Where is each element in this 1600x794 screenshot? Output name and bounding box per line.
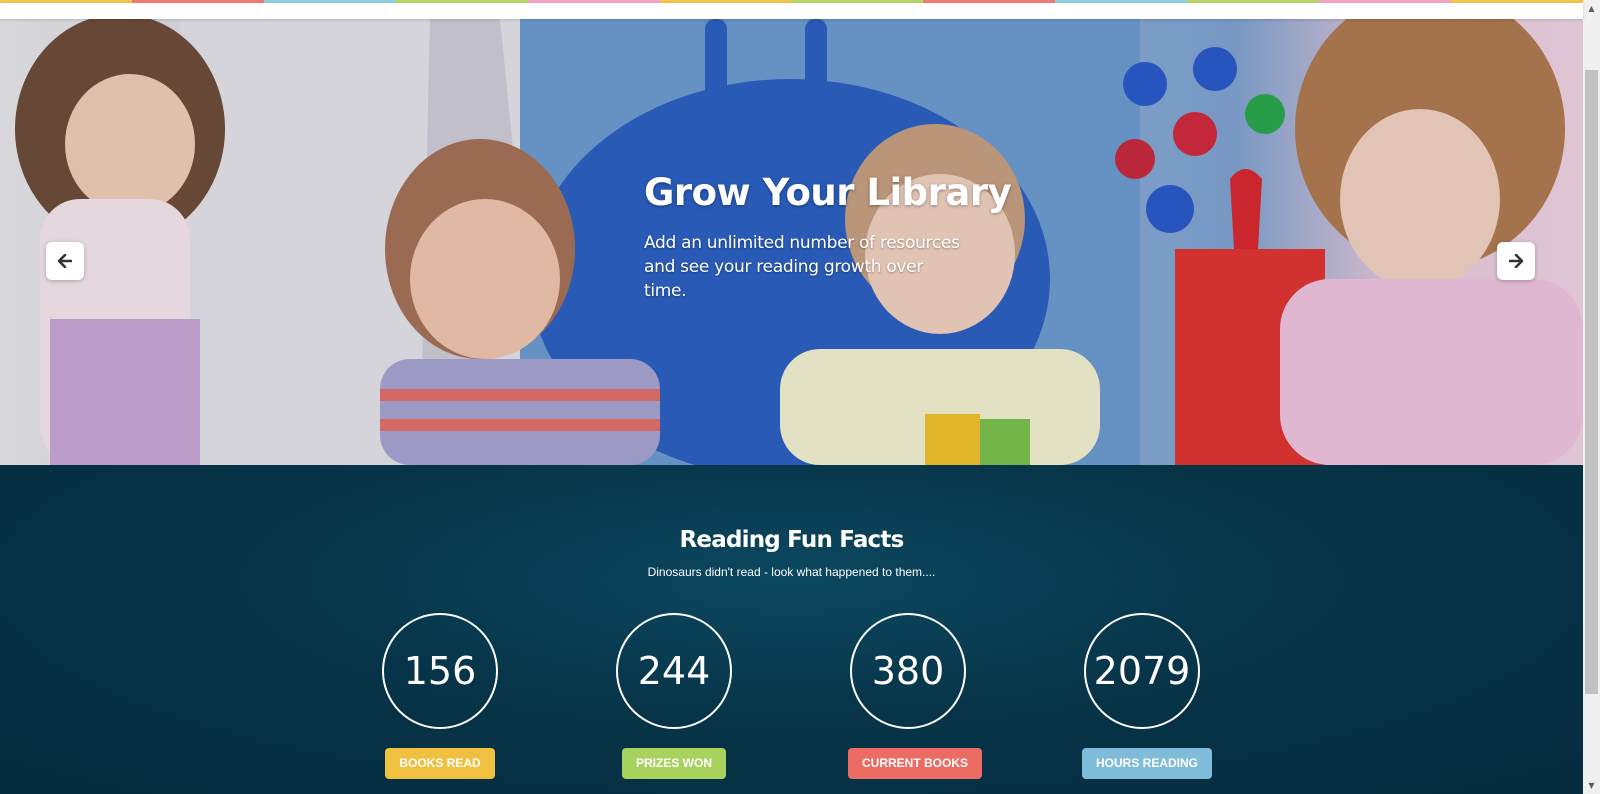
- slider-prev-button[interactable]: [46, 242, 84, 280]
- stat-value: 380: [850, 613, 966, 729]
- header-strip: [0, 3, 1583, 19]
- hero-subtitle-line1: Add an unlimited number of resources: [644, 233, 960, 253]
- stat-books-read: 156 BOOKS READ: [380, 613, 500, 779]
- stat-prizes-won: 244 PRIZES WON: [614, 613, 734, 779]
- stat-label: HOURS READING: [1082, 748, 1213, 779]
- scroll-up-icon[interactable]: ▲: [1583, 0, 1600, 17]
- stat-label: BOOKS READ: [385, 748, 495, 779]
- page-scrollbar[interactable]: ▲ ▼: [1583, 0, 1600, 794]
- fun-facts-section: Reading Fun Facts Dinosaurs didn't read …: [0, 465, 1583, 794]
- arrow-right-icon: [1509, 254, 1523, 268]
- stat-label: CURRENT BOOKS: [848, 748, 983, 779]
- facts-title: Reading Fun Facts: [679, 527, 905, 553]
- hero-subtitle: Add an unlimited number of resources and…: [644, 231, 964, 303]
- page: Grow Your Library Add an unlimited numbe…: [0, 0, 1600, 794]
- stat-value: 2079: [1084, 613, 1200, 729]
- hero-subtitle-line2: and see your reading growth over time.: [644, 257, 924, 301]
- scroll-down-icon[interactable]: ▼: [1583, 777, 1600, 794]
- stat-value: 244: [616, 613, 732, 729]
- stat-current-books: 380 CURRENT BOOKS: [848, 613, 983, 779]
- stat-value: 156: [382, 613, 498, 729]
- stat-hours-reading: 2079 HOURS READING: [1082, 613, 1213, 779]
- scrollbar-thumb[interactable]: [1585, 70, 1598, 694]
- hero-slider: Grow Your Library Add an unlimited numbe…: [0, 19, 1583, 465]
- hero-title: Grow Your Library: [644, 171, 1012, 214]
- arrow-left-icon: [58, 254, 72, 268]
- slider-next-button[interactable]: [1497, 242, 1535, 280]
- facts-subtitle: Dinosaurs didn't read - look what happen…: [647, 565, 936, 579]
- stat-label: PRIZES WON: [621, 748, 726, 779]
